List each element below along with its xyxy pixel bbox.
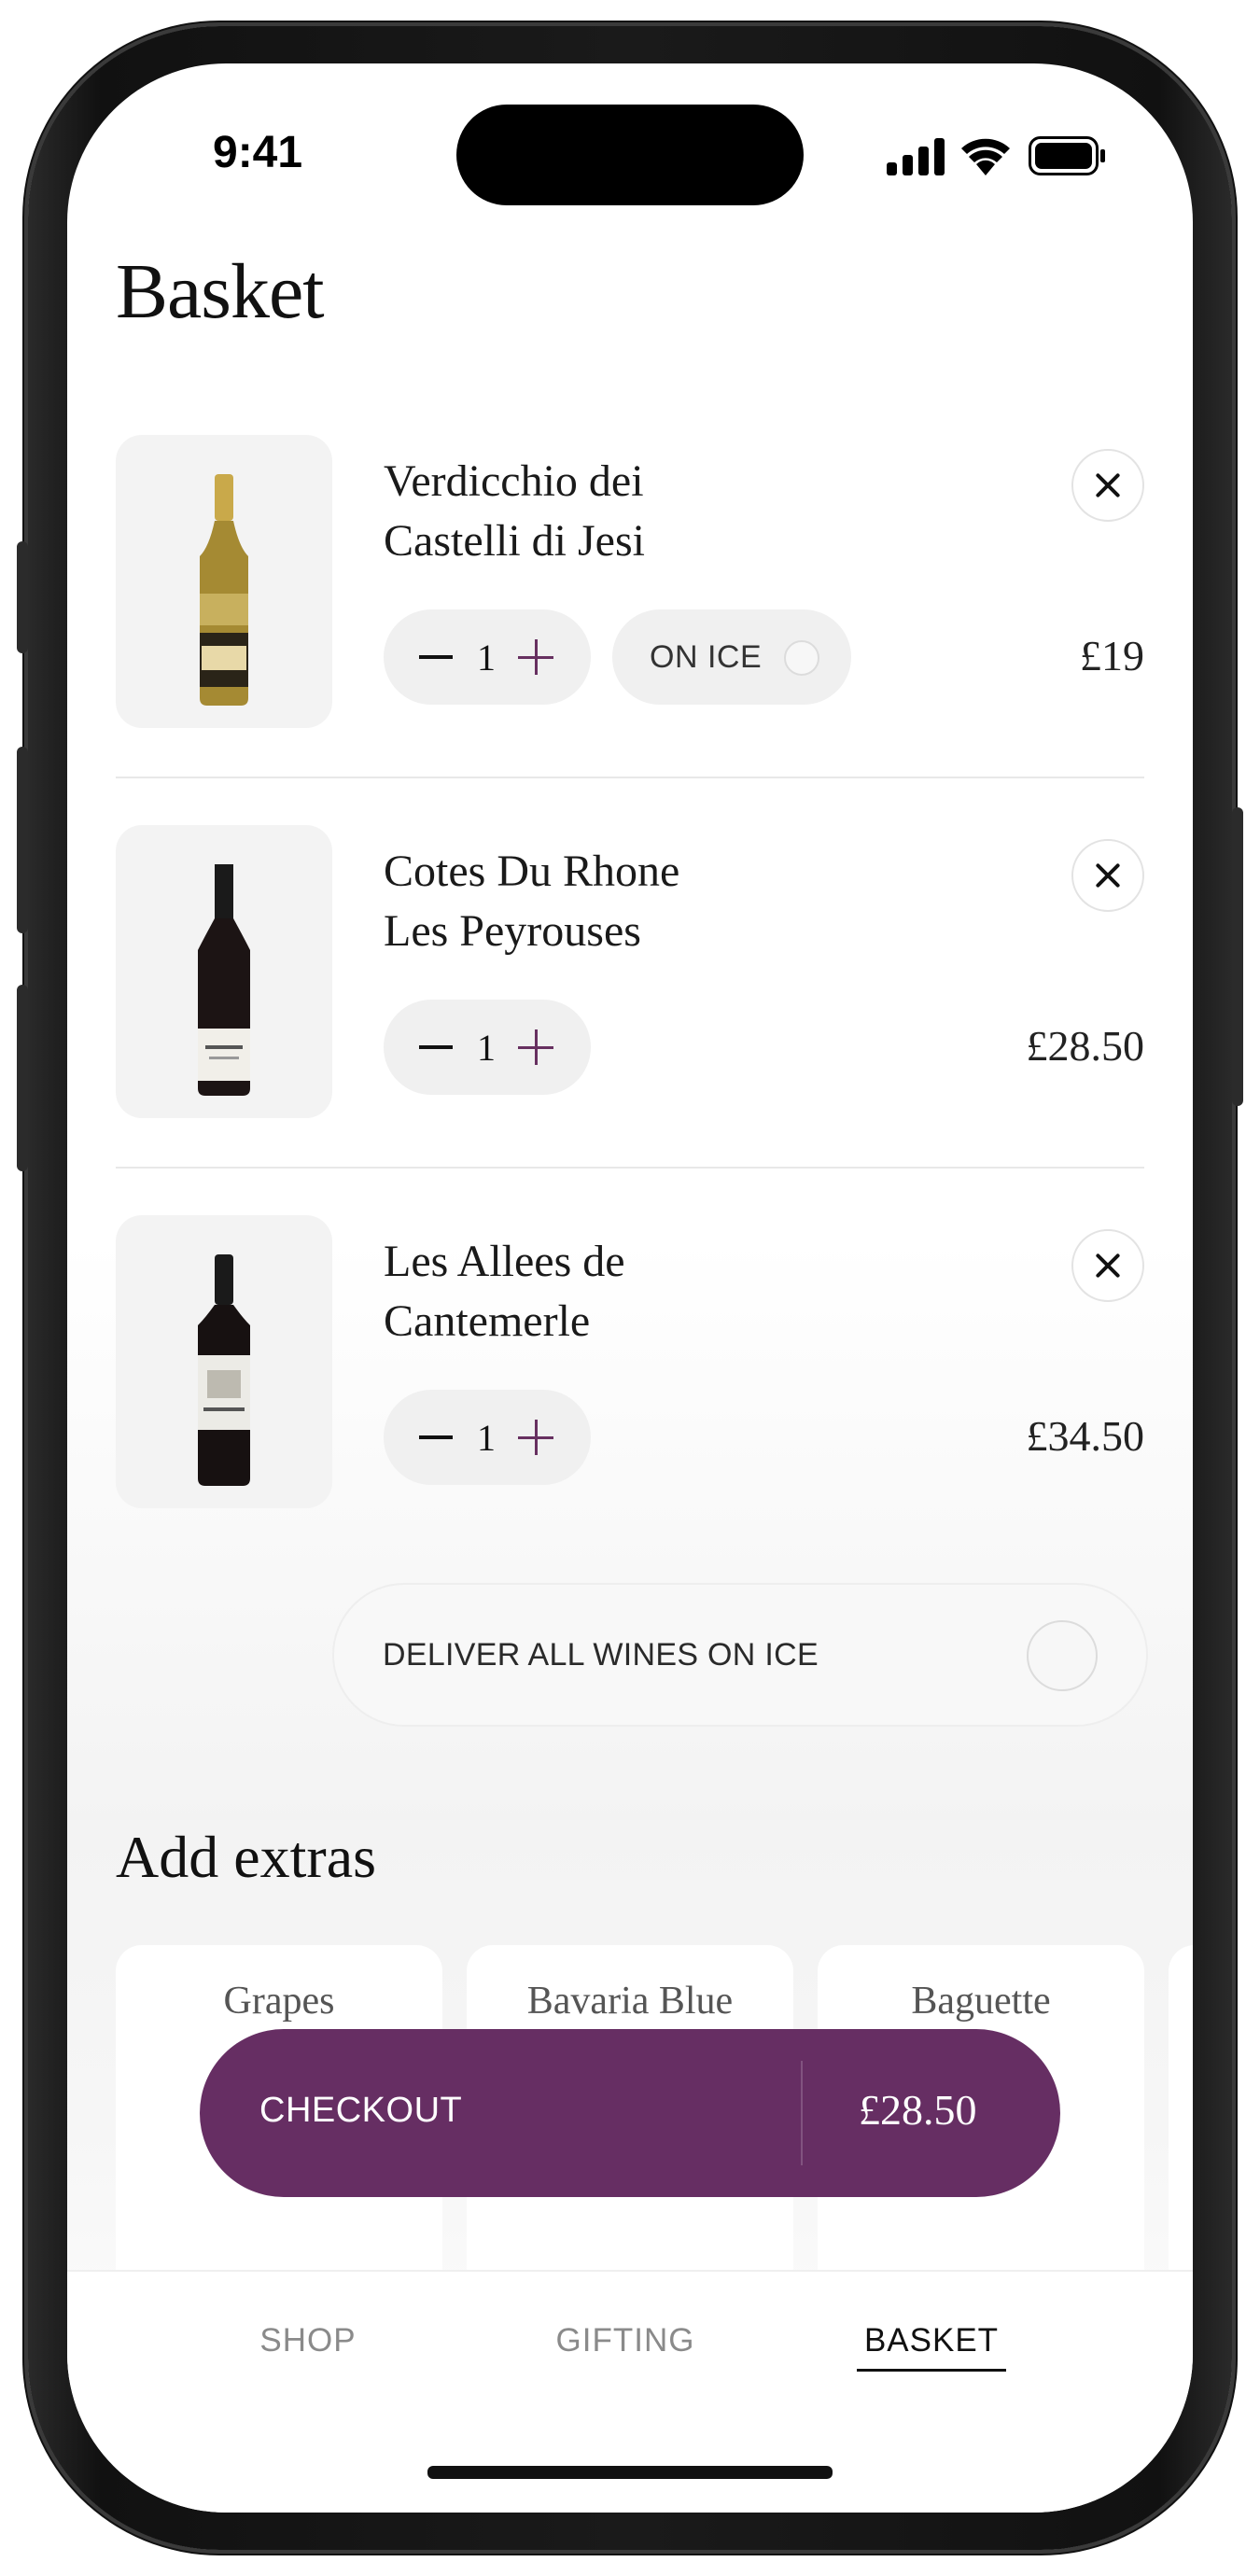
plus-icon-stroke xyxy=(535,1420,538,1455)
white-wine-bottle-icon xyxy=(200,474,248,706)
red-wine-bottle-icon xyxy=(198,1254,250,1486)
item-name-line2: Les Peyrouses xyxy=(384,906,641,956)
action-button xyxy=(17,541,28,653)
screen: 9:41 Basket Verdicchio dei Castelli di J… xyxy=(67,63,1193,2513)
tab-basket[interactable]: BASKET xyxy=(849,2322,1014,2359)
volume-up-button xyxy=(17,747,28,933)
dynamic-island xyxy=(456,105,804,205)
item-name-line2: Cantemerle xyxy=(384,1296,591,1346)
minus-icon[interactable] xyxy=(419,1435,453,1439)
remove-item-button[interactable] xyxy=(1071,449,1144,522)
plus-icon-stroke xyxy=(535,1029,538,1065)
item-price: £19 xyxy=(1080,632,1144,679)
checkout-divider xyxy=(801,2061,803,2165)
extra-card-partial[interactable] xyxy=(1169,1945,1193,2318)
minus-icon[interactable] xyxy=(419,1045,453,1049)
minus-icon[interactable] xyxy=(419,655,453,659)
page-title: Basket xyxy=(116,248,325,335)
home-indicator xyxy=(427,2466,833,2479)
checkout-total: £28.50 xyxy=(859,2086,977,2134)
tab-shop[interactable]: SHOP xyxy=(226,2322,390,2359)
extra-label: Grapes xyxy=(223,1980,335,2023)
item-name-line2: Castelli di Jesi xyxy=(384,516,645,566)
item-price: £28.50 xyxy=(1026,1022,1145,1070)
remove-item-button[interactable] xyxy=(1071,1229,1144,1302)
red-wine-bottle-icon xyxy=(198,864,250,1096)
product-image[interactable] xyxy=(116,435,332,728)
item-name-line1: Cotes Du Rhone xyxy=(384,847,680,896)
plus-icon-stroke xyxy=(535,639,538,675)
power-button xyxy=(1232,807,1243,1106)
item-name: Cotes Du Rhone Les Peyrouses xyxy=(384,842,850,961)
deliver-on-ice-toggle[interactable]: DELIVER ALL WINES ON ICE xyxy=(332,1583,1148,1727)
quantity-stepper: 1 xyxy=(384,1390,591,1485)
battery-icon xyxy=(1029,136,1107,175)
product-image[interactable] xyxy=(116,1215,332,1508)
quantity-value: 1 xyxy=(477,1027,496,1069)
on-ice-toggle[interactable]: ON ICE xyxy=(612,609,851,705)
status-time: 9:41 xyxy=(213,128,303,177)
extra-label: Baguette xyxy=(911,1980,1051,2023)
tab-gifting[interactable]: GIFTING xyxy=(541,2322,709,2359)
quantity-stepper: 1 xyxy=(384,609,591,705)
remove-item-button[interactable] xyxy=(1071,839,1144,912)
item-name-line1: Verdicchio dei xyxy=(384,456,644,506)
item-name-line1: Les Allees de xyxy=(384,1237,625,1286)
quantity-value: 1 xyxy=(477,637,496,679)
checkout-button[interactable]: CHECKOUT £28.50 xyxy=(200,2029,1060,2197)
item-price: £34.50 xyxy=(1026,1412,1145,1460)
tab-active-underline xyxy=(857,2369,1006,2372)
extra-label: Bavaria Blue xyxy=(526,1980,734,2023)
on-ice-label: ON ICE xyxy=(650,639,763,675)
divider xyxy=(116,1167,1144,1169)
tab-bar: SHOP GIFTING BASKET xyxy=(67,2270,1193,2513)
item-name: Les Allees de Cantemerle xyxy=(384,1232,850,1351)
divider xyxy=(116,777,1144,778)
deliver-on-ice-radio[interactable] xyxy=(1027,1620,1098,1691)
volume-down-button xyxy=(17,985,28,1171)
quantity-stepper: 1 xyxy=(384,1000,591,1095)
signal-icon xyxy=(887,138,946,175)
on-ice-radio[interactable] xyxy=(784,640,819,676)
wifi-icon xyxy=(959,134,1012,175)
extras-title: Add extras xyxy=(116,1824,377,1890)
product-image[interactable] xyxy=(116,825,332,1118)
item-name: Verdicchio dei Castelli di Jesi xyxy=(384,452,850,571)
checkout-label: CHECKOUT xyxy=(259,2091,463,2130)
deliver-on-ice-label: DELIVER ALL WINES ON ICE xyxy=(383,1637,819,1673)
quantity-value: 1 xyxy=(477,1417,496,1459)
